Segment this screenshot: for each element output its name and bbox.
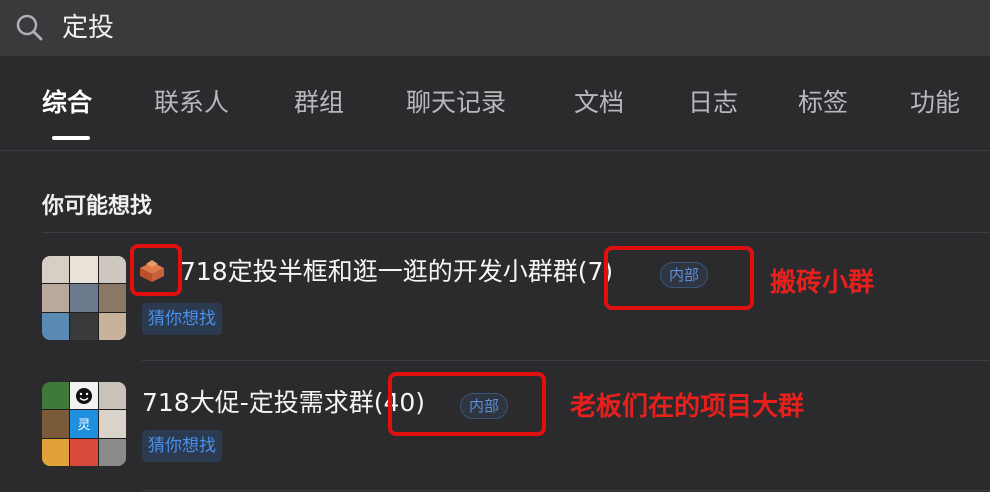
avatar-char: 灵 [70, 410, 98, 438]
group-avatar: 灵 [42, 382, 126, 466]
highlight-box [130, 244, 182, 296]
highlight-box [388, 372, 546, 436]
section-title: 你可能想找 [42, 194, 153, 219]
search-input[interactable]: 定投 [62, 10, 114, 46]
tab-chat-history[interactable]: 聊天记录 [406, 86, 506, 120]
tab-contacts[interactable]: 联系人 [154, 86, 229, 120]
annotation-label: 搬砖小群 [770, 268, 875, 298]
group-avatar [42, 256, 126, 340]
tab-bar: 综合 联系人 群组 聊天记录 文档 日志 标签 功能 [0, 56, 990, 151]
smiley-icon [75, 387, 92, 404]
divider [142, 360, 990, 361]
active-tab-indicator [52, 136, 90, 140]
tab-groups[interactable]: 群组 [294, 86, 344, 120]
tab-logs[interactable]: 日志 [688, 86, 738, 120]
guess-tag: 猜你想找 [142, 303, 222, 335]
highlight-box [604, 246, 754, 310]
divider [42, 232, 990, 233]
group-name: 718大促-定投需求群(40) [142, 388, 426, 417]
tab-all[interactable]: 综合 [42, 86, 92, 120]
tab-docs[interactable]: 文档 [574, 86, 624, 120]
search-icon [16, 14, 43, 41]
divider [142, 490, 990, 491]
search-bar[interactable]: 定投 [0, 0, 990, 56]
annotation-label: 老板们在的项目大群 [570, 392, 805, 422]
guess-tag: 猜你想找 [142, 430, 222, 462]
tab-labels[interactable]: 标签 [798, 86, 848, 120]
tab-functions[interactable]: 功能 [910, 86, 960, 120]
group-name: 718定投半框和逛一逛的开发小群群(7) [180, 257, 614, 286]
